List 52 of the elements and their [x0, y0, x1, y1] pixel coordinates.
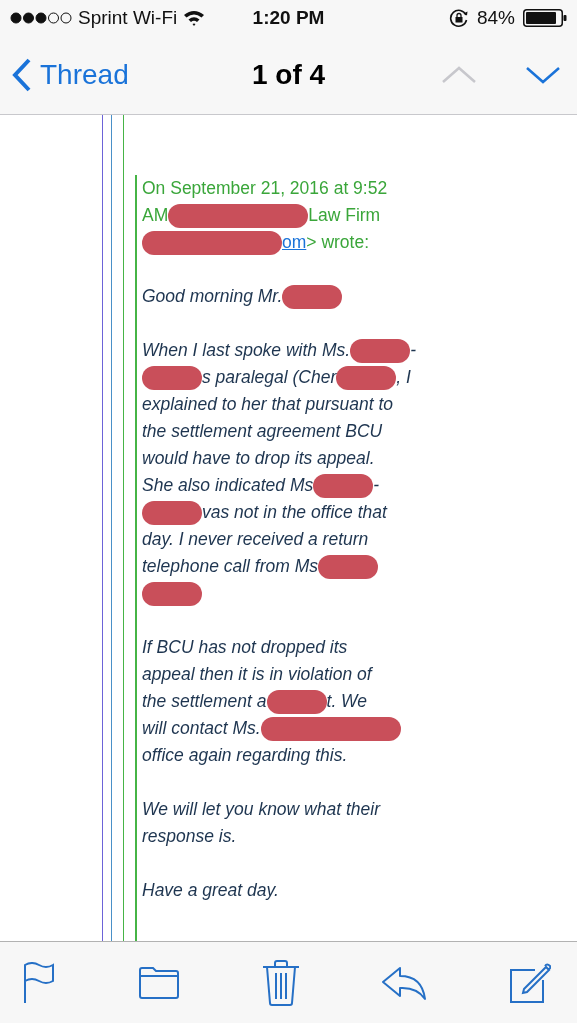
quoted-text: vas not in the office that	[202, 502, 387, 523]
quoted-text: -	[373, 475, 380, 496]
redaction-mark	[318, 554, 379, 579]
quoted-text: > wrote:	[306, 232, 370, 253]
redaction-mark	[336, 365, 397, 390]
quoted-text: the settlement agreement BCU	[142, 421, 383, 442]
quoted-text: She also indicated Ms	[142, 475, 314, 496]
quoted-text: AM	[142, 205, 169, 226]
quoted-text: When I last spoke with Ms.	[142, 340, 351, 361]
flag-button[interactable]	[22, 961, 56, 1004]
wifi-icon	[183, 10, 206, 26]
clock-time: 1:20 PM	[252, 7, 325, 28]
quoted-text: response is.	[142, 826, 237, 847]
quoted-text: would have to drop its appeal.	[142, 448, 375, 469]
carrier-label: Sprint Wi-Fi	[78, 7, 178, 29]
redaction-mark	[282, 284, 343, 309]
quoted-text: If BCU has not dropped its	[142, 637, 348, 658]
battery-icon	[523, 9, 567, 27]
quoted-text: day. I never received a return	[142, 529, 369, 550]
quoted-text: On September 21, 2016 at 9:52	[142, 178, 388, 199]
signal-icon	[10, 12, 72, 24]
compose-button[interactable]	[509, 961, 551, 1004]
redaction-mark	[350, 338, 411, 363]
quoted-text: Law Firm	[308, 205, 381, 226]
folder-button[interactable]	[137, 965, 180, 1000]
quoted-text: telephone call from Ms	[142, 556, 319, 577]
quoted-text: , I	[396, 367, 411, 388]
redaction-mark	[266, 689, 327, 714]
trash-button[interactable]	[261, 959, 300, 1006]
battery-percentage: 84%	[476, 7, 515, 29]
next-button[interactable]	[525, 66, 561, 84]
quoted-text: Good morning Mr.	[142, 286, 283, 307]
redaction-mark	[142, 500, 202, 525]
thread-position: 1 of 4	[251, 59, 326, 90]
quoted-text: will contact Ms.	[142, 718, 261, 739]
redaction-mark	[142, 365, 202, 390]
quoted-text: office again regarding this.	[142, 745, 348, 766]
quoted-text: We will let you know what their	[142, 799, 380, 820]
back-chevron-icon	[12, 58, 32, 92]
quoted-text: s paralegal (Cher	[202, 367, 337, 388]
quoted-text: -	[410, 340, 416, 361]
reply-button[interactable]	[381, 964, 428, 1001]
quoted-text: explained to her that pursuant to	[142, 394, 393, 415]
quoted-text: Have a great day.	[142, 880, 279, 901]
email-link[interactable]: om	[282, 232, 307, 253]
redaction-mark	[313, 473, 374, 498]
rotation-lock-icon	[448, 8, 469, 28]
back-button[interactable]: Thread	[12, 58, 129, 92]
quoted-text: appeal then it is in violation of	[142, 664, 372, 685]
quoted-text: the settlement a	[142, 691, 267, 712]
quoted-text: t. We	[326, 691, 368, 712]
redaction-mark	[142, 581, 202, 606]
